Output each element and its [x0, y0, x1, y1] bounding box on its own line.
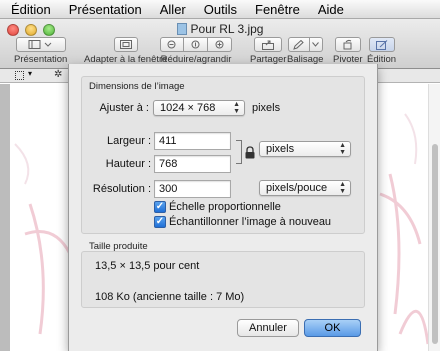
actual-size-glyph	[191, 40, 199, 48]
zoom-segment	[160, 37, 232, 52]
scrollbar-thumb[interactable]	[432, 144, 438, 344]
popup-arrows-icon: ▲ ▼	[233, 101, 240, 115]
window-title: Pour RL 3.jpg	[0, 22, 440, 36]
menu-aller[interactable]: Aller	[151, 0, 195, 19]
zoom-out-icon[interactable]	[160, 37, 184, 52]
size-unit-popup[interactable]: pixels ▲ ▼	[259, 141, 351, 157]
sidebar-edge	[0, 84, 10, 351]
lock-icon[interactable]	[244, 146, 256, 159]
resample-checkbox[interactable]: ✓ Échantillonner l’image à nouveau	[154, 216, 331, 228]
titlebar: Pour RL 3.jpg Présentation Adapter à la …	[0, 19, 440, 69]
selection-chevron-icon[interactable]: ▾	[28, 69, 32, 78]
height-label: Hauteur :	[105, 158, 151, 170]
chevron-down-glyph	[312, 42, 320, 47]
resolution-field[interactable]: 300	[154, 180, 231, 198]
link-bracket	[236, 140, 242, 164]
resolution-label: Résolution :	[92, 183, 151, 195]
zoom-in-icon[interactable]	[208, 37, 232, 52]
rotate-icon[interactable]	[334, 37, 361, 52]
popup-arrows-icon: ▲ ▼	[339, 181, 346, 195]
pen-icon[interactable]	[287, 37, 310, 52]
resample-label: Échantillonner l’image à nouveau	[169, 216, 332, 228]
vertical-scrollbar[interactable]	[428, 84, 440, 351]
edit-glyph	[375, 39, 387, 50]
zoom-in-glyph	[215, 40, 223, 48]
size-unit-value: pixels	[266, 143, 295, 155]
popup-arrows-icon: ▲ ▼	[339, 142, 346, 156]
sidebar-view-icon[interactable]	[15, 37, 66, 52]
rectangular-selection-icon[interactable]	[15, 71, 24, 80]
view-mode-icon	[28, 40, 52, 49]
fit-to-unit: pixels	[252, 102, 281, 114]
menubar: Édition Présentation Aller Outils Fenêtr…	[0, 0, 440, 19]
markup-menu-chevron-icon[interactable]	[309, 37, 323, 52]
result-percent: 13,5 × 13,5 pour cent	[95, 260, 200, 272]
resolution-unit-popup[interactable]: pixels/pouce ▲ ▼	[259, 180, 351, 196]
cancel-button[interactable]: Annuler	[237, 319, 299, 337]
scale-proportionally-checkbox[interactable]: ✓ Échelle proportionnelle	[154, 201, 281, 213]
menu-aide[interactable]: Aide	[309, 0, 353, 19]
width-label: Largeur :	[106, 135, 151, 147]
edit-icon[interactable]	[368, 37, 395, 52]
toolbar-presentation[interactable]: Présentation	[14, 37, 67, 69]
rotate-glyph	[343, 39, 352, 50]
checkmark-icon: ✓	[154, 201, 166, 213]
fit-glyph	[119, 40, 132, 49]
window-title-text: Pour RL 3.jpg	[190, 22, 264, 36]
resolution-unit-value: pixels/pouce	[266, 182, 328, 194]
resize-dialog: Dimensions de l’image Ajuster à : 1024 ×…	[68, 64, 378, 351]
presentation-label: Présentation	[14, 54, 68, 65]
scale-proportionally-label: Échelle proportionnelle	[169, 201, 281, 213]
share-icon[interactable]	[254, 37, 283, 52]
fit-to-label: Ajuster à :	[99, 102, 149, 114]
menu-presentation[interactable]: Présentation	[60, 0, 151, 19]
menu-edition[interactable]: Édition	[0, 0, 60, 19]
document-icon	[176, 23, 187, 35]
width-field[interactable]: 411	[154, 132, 231, 150]
instant-alpha-icon[interactable]: ✲	[54, 69, 62, 80]
markup-segment	[287, 37, 323, 52]
fit-window-icon[interactable]	[113, 37, 138, 52]
ok-button[interactable]: OK	[304, 319, 361, 337]
share-glyph	[262, 40, 275, 50]
dimensions-title: Dimensions de l’image	[89, 81, 185, 92]
pen-glyph	[293, 39, 304, 50]
fit-to-popup[interactable]: 1024 × 768 ▲ ▼	[153, 100, 245, 116]
menu-fenetre[interactable]: Fenêtre	[246, 0, 309, 19]
menu-outils[interactable]: Outils	[195, 0, 246, 19]
zoom-out-glyph	[167, 40, 176, 48]
actual-size-icon[interactable]	[184, 37, 208, 52]
result-size: 108 Ko (ancienne taille : 7 Mo)	[95, 291, 245, 303]
height-field[interactable]: 768	[154, 155, 231, 173]
fit-to-value: 1024 × 768	[160, 102, 216, 114]
checkmark-icon: ✓	[154, 216, 166, 228]
